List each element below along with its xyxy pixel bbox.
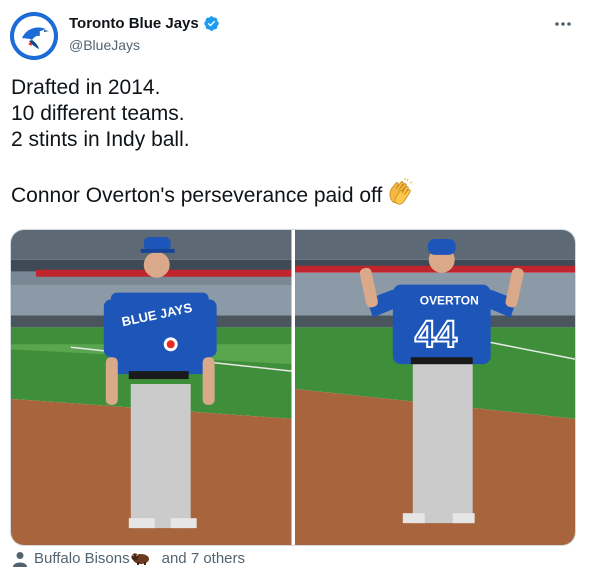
tweet-line: Drafted in 2014. bbox=[11, 76, 161, 99]
player-front-image: BLUE JAYS bbox=[11, 230, 292, 545]
media-grid: BLUE JAYS OVERTON 44 bbox=[10, 229, 576, 546]
closing-text: Connor Overton's perseverance paid off bbox=[11, 184, 383, 207]
avatar[interactable] bbox=[10, 12, 58, 60]
blue-jays-logo-icon bbox=[10, 12, 58, 60]
player-back-image: OVERTON 44 bbox=[294, 230, 575, 545]
author-handle[interactable]: @BlueJays bbox=[69, 37, 140, 53]
tweet-text: Drafted in 2014. 10 different teams. 2 s… bbox=[11, 75, 581, 207]
tweet-closing-line: Connor Overton's perseverance paid off bbox=[11, 178, 581, 207]
jersey-number: 44 bbox=[414, 314, 456, 356]
photo-back[interactable]: OVERTON 44 bbox=[294, 230, 575, 545]
tweet-line: 2 stints in Indy ball. bbox=[11, 128, 190, 151]
tweet-line: 10 different teams. bbox=[11, 102, 185, 125]
tagged-people[interactable]: Buffalo Bisons and 7 others bbox=[12, 550, 245, 567]
verified-badge-icon bbox=[203, 16, 219, 31]
person-icon bbox=[13, 551, 27, 567]
display-name[interactable]: Toronto Blue Jays bbox=[69, 15, 199, 32]
tag-first[interactable]: Buffalo Bisons bbox=[34, 550, 156, 567]
photo-front[interactable]: BLUE JAYS bbox=[11, 230, 292, 545]
tag-first-label: Buffalo Bisons bbox=[34, 550, 130, 567]
bison-icon bbox=[131, 553, 149, 565]
tweet-header: Toronto Blue Jays @BlueJays bbox=[0, 0, 595, 72]
clapping-hands-icon bbox=[389, 178, 413, 205]
author-name-row[interactable]: Toronto Blue Jays bbox=[69, 15, 220, 32]
jersey-name: OVERTON bbox=[419, 294, 478, 308]
tag-others[interactable]: and 7 others bbox=[162, 550, 245, 567]
more-options-button[interactable] bbox=[551, 12, 575, 36]
more-dots-icon bbox=[555, 22, 571, 26]
